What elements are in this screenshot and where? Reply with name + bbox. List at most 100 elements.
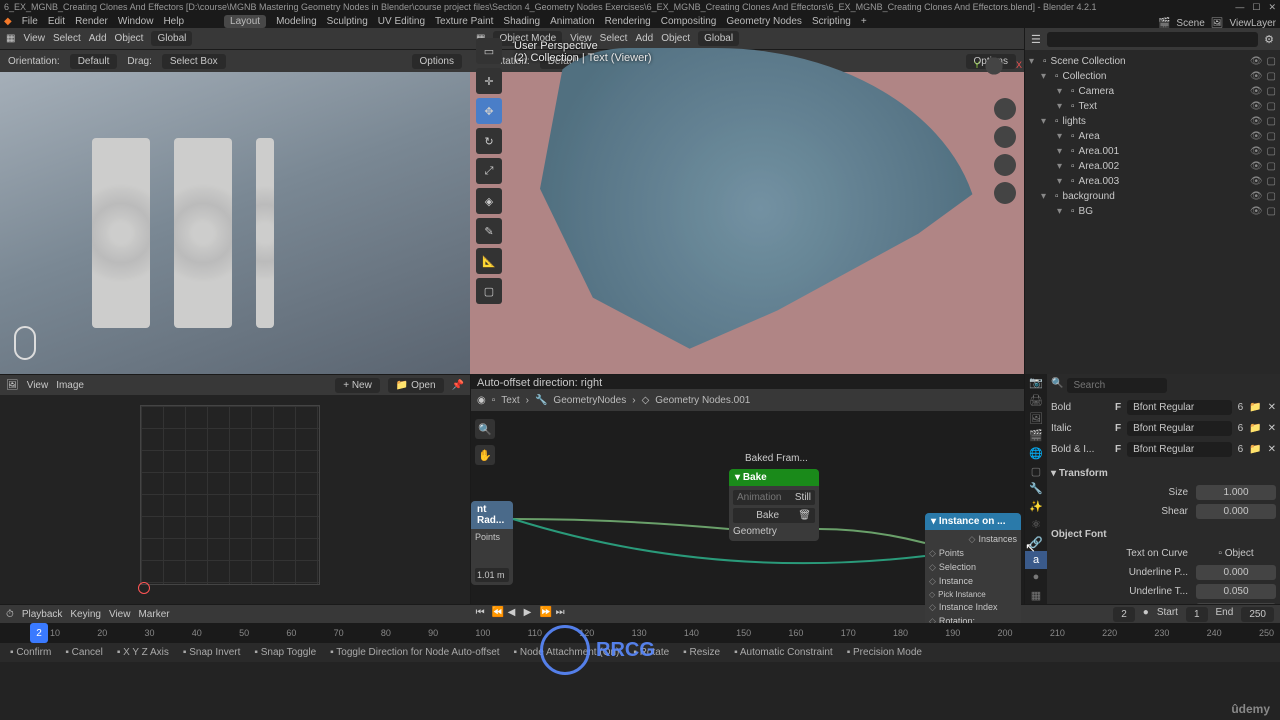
breadcrumb-object[interactable]: Text [501,395,519,406]
menu-window[interactable]: Window [118,16,154,27]
prop-tab-world[interactable]: 🌐 [1025,445,1047,463]
orientation-value[interactable]: Default [70,54,118,69]
workspace-tab[interactable]: Layout [224,15,266,28]
workspace-tab[interactable]: UV Editing [378,16,425,27]
eye-icon[interactable]: 👁 [1250,116,1263,127]
expand-icon[interactable]: ▾ [1057,86,1067,97]
disable-icon[interactable]: ▢ [1267,131,1276,142]
workspace-tab[interactable]: Texture Paint [435,16,493,27]
prop-tab-scene[interactable]: 🎬 [1025,427,1047,445]
vp-menu-object[interactable]: Object [661,33,690,44]
eye-icon[interactable]: 👁 [1250,86,1263,97]
prop-value-field[interactable]: 0.000 [1196,565,1276,580]
perspective-toggle-icon[interactable] [994,182,1016,204]
camera-view-icon[interactable] [994,154,1016,176]
expand-icon[interactable]: ▾ [1057,131,1067,142]
drag-value[interactable]: Select Box [162,54,226,69]
outliner-item[interactable]: ▾▫Text👁▢ [1029,99,1276,114]
workspace-tab[interactable]: Scripting [812,16,851,27]
prop-tab-texture[interactable]: ▦ [1025,586,1047,604]
node-bake[interactable]: Baked Fram... ▾ Bake ↖ Animation Still B… [729,469,819,541]
node-socket-instance-index[interactable]: Instance Index [929,601,1017,614]
zoom-icon[interactable]: 🔍 [475,419,495,439]
tool-rotate[interactable]: ↻ [476,128,502,154]
workspace-tab[interactable]: Rendering [605,16,651,27]
open-image-button[interactable]: 📁 Open [388,378,444,393]
zoom-icon[interactable] [994,98,1016,120]
expand-icon[interactable]: ▾ [1041,116,1051,127]
node-socket-pick-instance[interactable]: Pick Instance [929,589,1017,600]
menu-edit[interactable]: Edit [48,16,65,27]
editor-type-icon[interactable]: 🖼 [6,380,19,391]
timeline-menu-marker[interactable]: Marker [138,609,169,620]
node-socket-selection[interactable]: Selection [929,561,1017,574]
tool-select-box[interactable]: ▭ [476,38,502,64]
disable-icon[interactable]: ▢ [1267,56,1276,67]
expand-icon[interactable]: ▾ [1057,146,1067,157]
expand-icon[interactable]: ▾ [1029,56,1039,67]
outliner-item[interactable]: ▾▫lights👁▢ [1029,114,1276,129]
node-socket-points[interactable]: Points [475,532,509,542]
viewport-solid[interactable]: ▦ Object Mode View Select Add Object Glo… [470,28,1024,374]
editor-type-icon[interactable]: ▦ [6,33,15,44]
object-picker[interactable]: ▫ Object [1196,546,1276,561]
node-socket-instances[interactable]: Instances [929,533,1017,546]
play-reverse-icon[interactable]: ◀ [508,607,522,621]
tool-move[interactable]: ✥ [476,98,502,124]
timeline-menu-playback[interactable]: Playback [22,609,63,620]
open-font-icon[interactable]: 📁 [1249,444,1261,455]
navigation-gizmo[interactable] [974,46,1014,86]
workspace-tab[interactable]: Animation [550,16,594,27]
vp-menu-select[interactable]: Select [53,33,81,44]
tool-scale[interactable]: ⤢ [476,158,502,184]
prop-tab-output[interactable]: 🖨 [1025,392,1047,410]
viewlayer-selector[interactable]: ViewLayer [1229,18,1276,29]
workspace-tab[interactable]: Compositing [661,16,717,27]
eye-icon[interactable]: 👁 [1250,161,1263,172]
menu-render[interactable]: Render [75,16,108,27]
jump-end-icon[interactable]: ⏭ [556,607,570,621]
workspace-tab[interactable]: Geometry Nodes [726,16,802,27]
timeline-menu-keying[interactable]: Keying [70,609,101,620]
prop-value-field[interactable]: 0.75 [1196,603,1276,604]
disable-icon[interactable]: ▢ [1267,116,1276,127]
node-title[interactable]: ▾ Bake [729,469,819,486]
expand-icon[interactable]: ▾ [1041,191,1051,202]
unlink-icon[interactable]: ✕ [1268,423,1276,434]
bake-button[interactable]: Bake 🗑 [733,508,815,523]
current-frame-field[interactable]: 2 [1113,607,1135,622]
new-image-button[interactable]: + New [335,378,380,393]
vp-menu-object[interactable]: Object [115,33,144,44]
disable-icon[interactable]: ▢ [1267,191,1276,202]
autokey-icon[interactable]: ● [1143,607,1149,622]
node-socket-instance[interactable]: Instance [929,575,1017,588]
image-editor[interactable]: 🖼 View Image + New 📁 Open 📌 [0,374,470,604]
editor-type-icon[interactable]: ⏱ [6,609,14,620]
expand-icon[interactable]: ▾ [1057,101,1067,112]
eye-icon[interactable]: 👁 [1250,146,1263,157]
tool-transform[interactable]: ◈ [476,188,502,214]
prop-value-field[interactable]: 1.000 [1196,485,1276,500]
eye-icon[interactable]: 👁 [1250,131,1263,142]
expand-icon[interactable]: ▾ [1057,206,1067,217]
jump-start-icon[interactable]: ⏮ [476,607,490,621]
uv-menu-view[interactable]: View [27,380,49,391]
disable-icon[interactable]: ▢ [1267,206,1276,217]
prop-tab-particles[interactable]: ✨ [1025,498,1047,516]
disable-icon[interactable]: ▢ [1267,101,1276,112]
scene-selector[interactable]: Scene [1176,18,1204,29]
node-socket-geometry[interactable]: Geometry [733,526,815,537]
node-instance-on-points[interactable]: ▾ Instance on ... Instances Points Selec… [925,513,1021,631]
options-dropdown[interactable]: Options [412,54,462,69]
outliner-item[interactable]: ▾▫Area.003👁▢ [1029,174,1276,189]
outliner-item[interactable]: ▾▫Camera👁▢ [1029,84,1276,99]
outliner-item[interactable]: ▾▫Collection👁▢ [1029,69,1276,84]
trash-icon[interactable]: 🗑 [798,510,811,521]
frame-start-field[interactable]: 1 [1186,607,1208,622]
play-icon[interactable]: ▶ [524,607,538,621]
breadcrumb-modifier[interactable]: GeometryNodes [553,395,626,406]
expand-icon[interactable]: ▾ [1057,176,1067,187]
outliner-item[interactable]: ▾▫Scene Collection👁▢ [1029,54,1276,69]
disable-icon[interactable]: ▢ [1267,161,1276,172]
keyframe-next-icon[interactable]: ⏩ [540,607,554,621]
